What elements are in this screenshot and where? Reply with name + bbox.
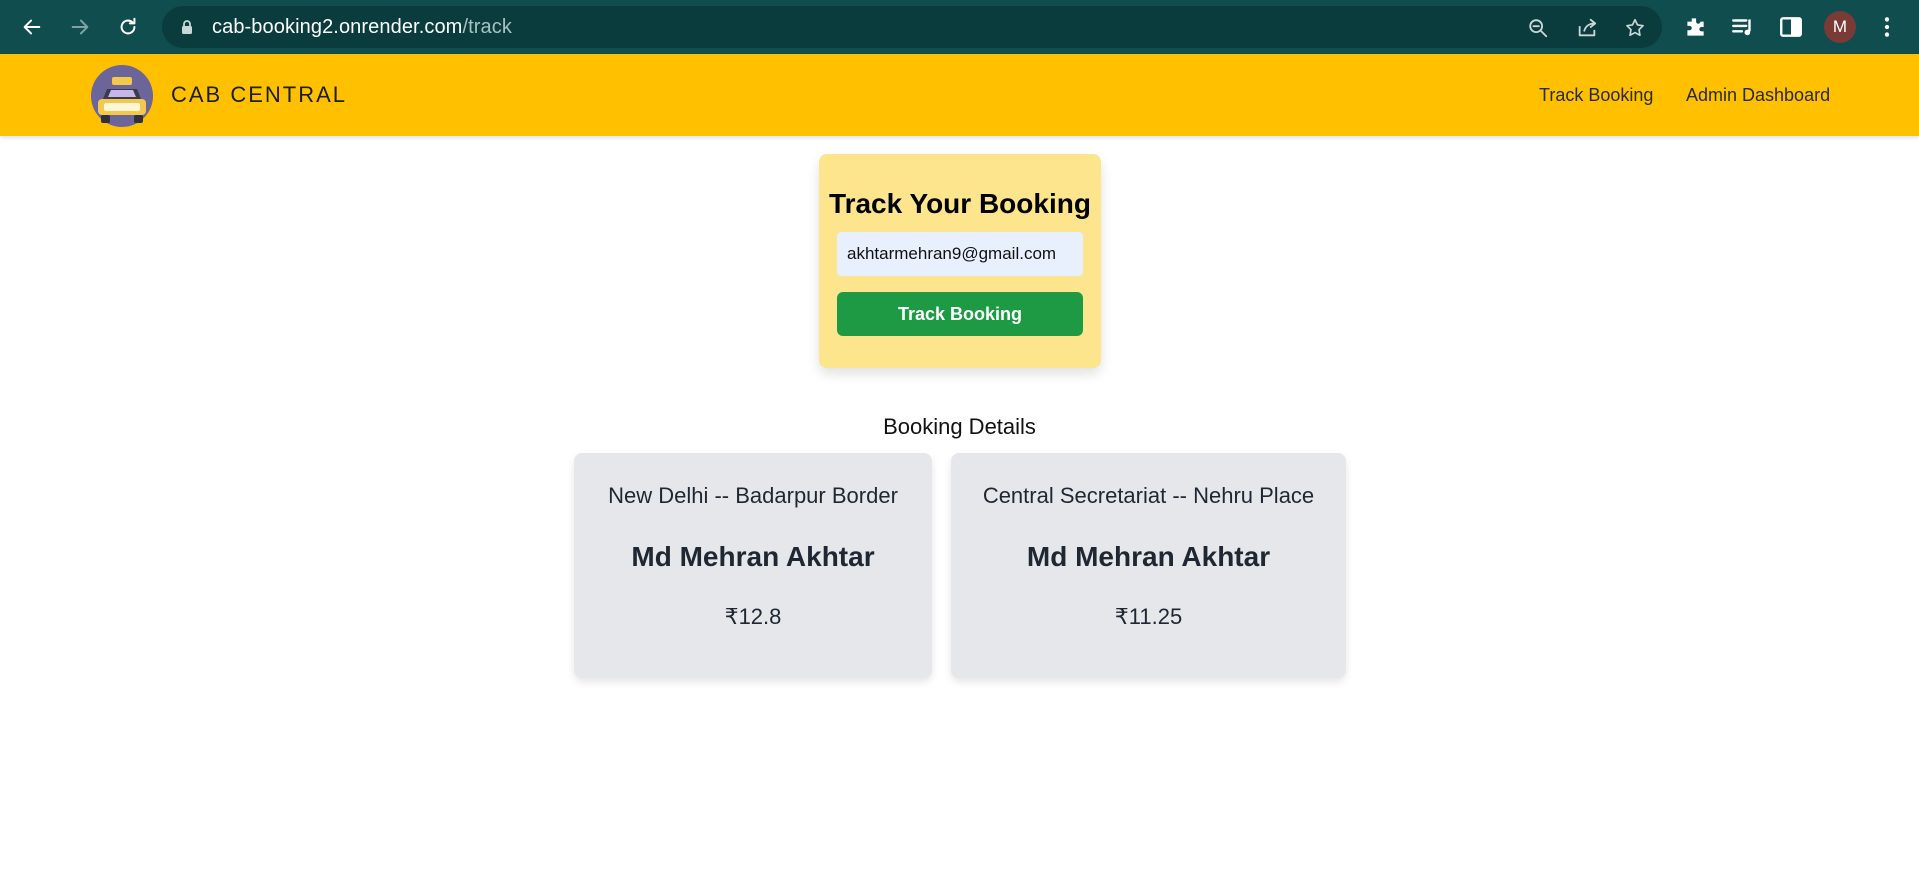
taxi-logo-icon[interactable] [89, 63, 155, 129]
booking-details-heading: Booking Details [883, 414, 1036, 439]
site-header: CAB CENTRAL Track Booking Admin Dashboar… [0, 54, 1919, 136]
back-button[interactable] [17, 12, 47, 42]
media-icon[interactable] [1730, 14, 1756, 40]
back-arrow-icon [23, 19, 41, 35]
url-path: /track [462, 16, 512, 38]
star-icon[interactable] [1624, 17, 1646, 39]
booking-fare: ₹11.25 [1114, 604, 1183, 629]
kebab-menu-icon[interactable] [1874, 14, 1900, 40]
nav-admin-dashboard[interactable]: Admin Dashboard [1686, 54, 1830, 136]
forward-button[interactable] [65, 12, 95, 42]
url-host: cab-booking2.onrender.com [212, 16, 463, 38]
brand-name[interactable]: CAB CENTRAL [171, 54, 347, 136]
passenger-name: Md Mehran Akhtar [631, 541, 875, 572]
address-bar[interactable]: cab-booking2.onrender.com/track [162, 6, 1662, 48]
track-title: Track Your Booking [829, 188, 1091, 219]
track-booking-card: Track Your Booking Track Booking [819, 154, 1101, 368]
side-panel-icon[interactable] [1778, 14, 1804, 40]
booking-route: New Delhi -- Badarpur Border [608, 483, 898, 508]
extensions-icon[interactable] [1682, 14, 1708, 40]
share-icon[interactable] [1576, 17, 1598, 39]
booking-card[interactable]: New Delhi -- Badarpur Border Md Mehran A… [574, 453, 932, 678]
url-text: cab-booking2.onrender.com/track [212, 6, 512, 48]
booking-card[interactable]: Central Secretariat -- Nehru Place Md Me… [951, 453, 1346, 678]
browser-toolbar: cab-booking2.onrender.com/track M [0, 0, 1919, 54]
reload-icon [120, 17, 136, 35]
email-field[interactable] [837, 232, 1083, 276]
reload-button[interactable] [113, 12, 143, 42]
profile-avatar[interactable]: M [1824, 11, 1856, 43]
booking-route: Central Secretariat -- Nehru Place [982, 483, 1315, 508]
booking-fare: ₹12.8 [724, 604, 782, 629]
forward-arrow-icon [71, 19, 89, 35]
nav-track-booking[interactable]: Track Booking [1539, 54, 1653, 136]
zoom-icon[interactable] [1527, 17, 1549, 39]
passenger-name: Md Mehran Akhtar [1026, 541, 1271, 572]
lock-icon [182, 20, 192, 34]
track-booking-button[interactable]: Track Booking [837, 292, 1083, 336]
